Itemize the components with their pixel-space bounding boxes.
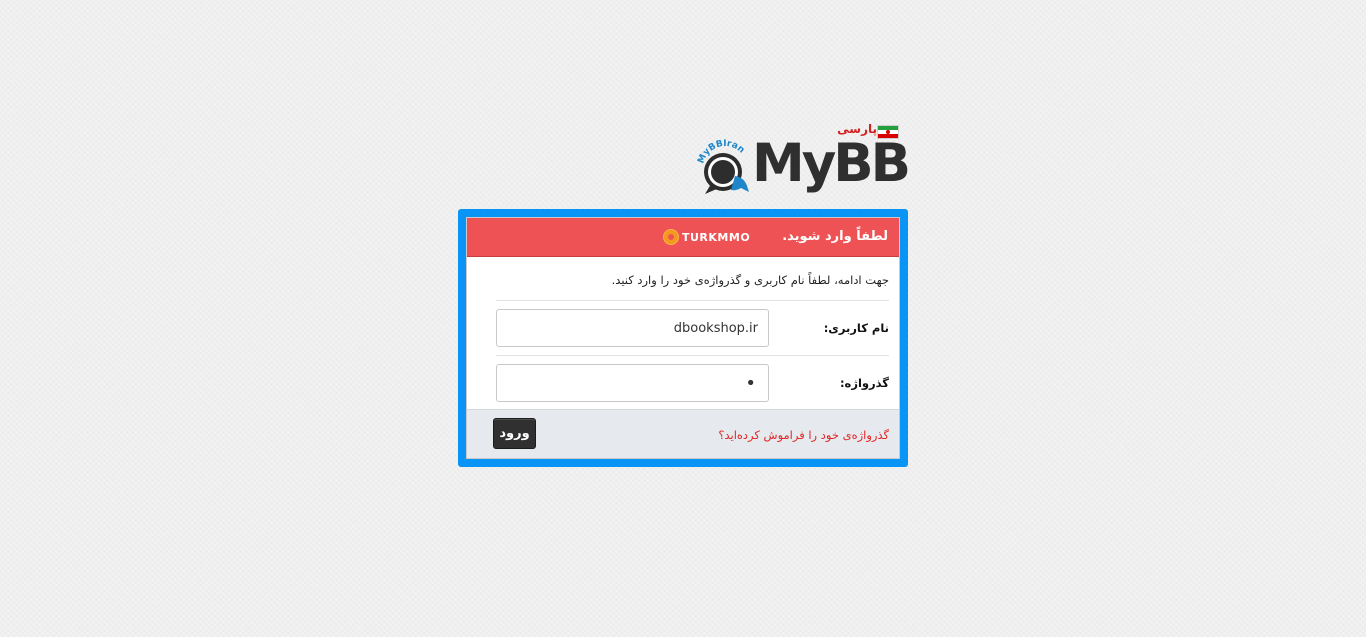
login-form: TURKMMO لطفاً وارد شوید. جهت ادامه، لطفا… (466, 217, 900, 459)
brand-text: TURKMMO (682, 230, 751, 244)
login-title: لطفاً وارد شوید. (782, 229, 888, 244)
username-label: نام کاربری: (823, 321, 889, 335)
mybb-logo-icon: MyBBIran (697, 139, 749, 194)
login-footer: گذرواژه‌ی خود را فراموش کرده‌اید؟ ورود (467, 409, 899, 458)
turkmmo-brand-icon (663, 229, 679, 245)
divider (496, 300, 889, 301)
iran-flag-icon (877, 125, 899, 139)
login-intro-text: جهت ادامه، لطفاً نام کاربری و گذرواژه‌ی … (611, 273, 889, 287)
login-header: TURKMMO لطفاً وارد شوید. (467, 218, 899, 257)
login-frame: TURKMMO لطفاً وارد شوید. جهت ادامه، لطفا… (458, 209, 908, 467)
turkmmo-brand: TURKMMO (663, 229, 750, 245)
login-button[interactable]: ورود (493, 418, 536, 449)
mybb-logo[interactable]: MyBBIran MyBB پارسی (697, 122, 911, 200)
username-input[interactable] (496, 309, 769, 347)
forgot-password-link[interactable]: گذرواژه‌ی خود را فراموش کرده‌اید؟ (718, 428, 889, 442)
password-label: گذرواژه: (839, 376, 889, 390)
divider (496, 355, 889, 356)
logo-persian-label: پارسی (837, 122, 877, 136)
password-input[interactable] (496, 364, 769, 402)
